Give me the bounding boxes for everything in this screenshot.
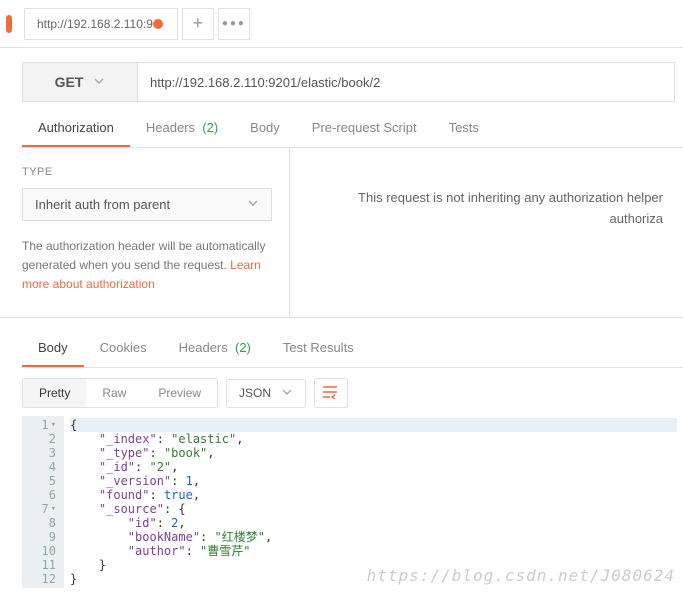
chevron-down-icon: [93, 74, 105, 90]
line-number: 5: [28, 474, 56, 488]
tab-pre-request[interactable]: Pre-request Script: [296, 112, 433, 147]
code-line: "id": 2,: [70, 516, 677, 530]
request-tab-label: http://192.168.2.110:9: [37, 17, 153, 31]
resp-tab-body[interactable]: Body: [22, 332, 84, 367]
resp-tab-test-results[interactable]: Test Results: [267, 332, 370, 367]
code-line: "_id": "2",: [70, 460, 677, 474]
body-view-controls: Pretty Raw Preview JSON: [0, 368, 683, 416]
response-tabs: Body Cookies Headers (2) Test Results: [22, 332, 683, 368]
authorization-panel: TYPE Inherit auth from parent The author…: [0, 148, 683, 318]
view-pretty-button[interactable]: Pretty: [23, 379, 86, 407]
ellipsis-icon: ●●●: [222, 18, 246, 29]
request-url-value: http://192.168.2.110:9201/elastic/book/2: [150, 75, 380, 90]
code-line: "bookName": "红楼梦",: [70, 530, 677, 544]
line-number: 12: [28, 572, 56, 586]
unsaved-indicator-icon: [153, 19, 163, 29]
line-number: 9: [28, 530, 56, 544]
code-line: "author": "曹雪芹": [70, 544, 677, 558]
request-url-input[interactable]: http://192.168.2.110:9201/elastic/book/2: [138, 62, 675, 102]
auth-type-value: Inherit auth from parent: [35, 197, 170, 212]
auth-right-message: This request is not inheriting any autho…: [290, 148, 683, 317]
line-number: 1▾: [28, 418, 56, 432]
sidebar-accent-icon: [6, 15, 12, 33]
line-number: 4: [28, 460, 56, 474]
line-number: 6: [28, 488, 56, 502]
code-line: {: [70, 418, 677, 432]
watermark-text: https://blog.csdn.net/J080624: [367, 566, 675, 585]
view-preview-button[interactable]: Preview: [142, 379, 217, 407]
wrap-icon: [322, 385, 340, 402]
line-number-gutter: 1▾234567▾89101112: [22, 416, 64, 588]
body-view-group: Pretty Raw Preview: [22, 378, 218, 408]
http-method-select[interactable]: GET: [22, 62, 138, 102]
line-number: 3: [28, 446, 56, 460]
code-line: "_index": "elastic",: [70, 432, 677, 446]
code-line: "_version": 1,: [70, 474, 677, 488]
line-number: 2: [28, 432, 56, 446]
body-format-select[interactable]: JSON: [226, 379, 306, 408]
line-number: 11: [28, 558, 56, 572]
code-line: "found": true,: [70, 488, 677, 502]
code-line: "_type": "book",: [70, 446, 677, 460]
tab-tests[interactable]: Tests: [433, 112, 495, 147]
fold-toggle-icon[interactable]: ▾: [51, 418, 56, 432]
tabs-more-button[interactable]: ●●●: [218, 8, 250, 40]
top-tabs-bar: http://192.168.2.110:9 + ●●●: [0, 0, 683, 48]
auth-description: The authorization header will be automat…: [22, 237, 267, 295]
line-number: 8: [28, 516, 56, 530]
response-body-code[interactable]: 1▾234567▾89101112 { "_index": "elastic",…: [22, 416, 683, 588]
chevron-down-icon: [281, 386, 293, 401]
tab-body[interactable]: Body: [234, 112, 296, 147]
code-line: "_source": {: [70, 502, 677, 516]
line-wrap-button[interactable]: [314, 378, 348, 408]
resp-tab-cookies[interactable]: Cookies: [84, 332, 163, 367]
http-method-label: GET: [55, 74, 84, 90]
line-number: 10: [28, 544, 56, 558]
line-number: 7▾: [28, 502, 56, 516]
tab-authorization[interactable]: Authorization: [22, 112, 130, 147]
request-url-row: GET http://192.168.2.110:9201/elastic/bo…: [22, 62, 675, 102]
auth-type-select[interactable]: Inherit auth from parent: [22, 188, 272, 221]
plus-icon: +: [193, 13, 204, 34]
auth-left: TYPE Inherit auth from parent The author…: [0, 148, 290, 317]
fold-toggle-icon[interactable]: ▾: [51, 502, 56, 516]
auth-type-label: TYPE: [22, 166, 267, 178]
resp-tab-headers[interactable]: Headers (2): [163, 332, 267, 367]
request-tab[interactable]: http://192.168.2.110:9: [24, 8, 178, 40]
view-raw-button[interactable]: Raw: [86, 379, 142, 407]
request-tabs: Authorization Headers (2) Body Pre-reque…: [22, 112, 683, 148]
new-tab-button[interactable]: +: [182, 8, 214, 40]
code-content[interactable]: { "_index": "elastic", "_type": "book", …: [64, 416, 683, 588]
tab-headers[interactable]: Headers (2): [130, 112, 234, 147]
chevron-down-icon: [247, 197, 259, 212]
